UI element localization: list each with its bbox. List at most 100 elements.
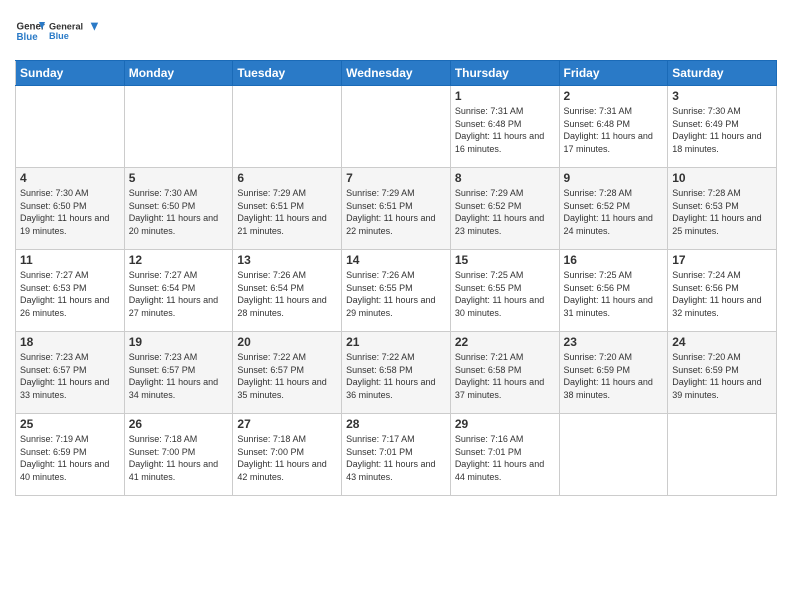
day-info-line: Daylight: 11 hours and 20 minutes. xyxy=(129,212,229,237)
calendar-cell: 1Sunrise: 7:31 AMSunset: 6:48 PMDaylight… xyxy=(450,86,559,168)
day-info-line: Sunset: 6:58 PM xyxy=(455,364,555,377)
day-info-line: Daylight: 11 hours and 39 minutes. xyxy=(672,376,772,401)
day-info-line: Sunset: 6:50 PM xyxy=(20,200,120,213)
day-number: 15 xyxy=(455,253,555,267)
day-info-line: Sunrise: 7:30 AM xyxy=(129,187,229,200)
day-info-line: Sunrise: 7:20 AM xyxy=(672,351,772,364)
day-info-line: Daylight: 11 hours and 32 minutes. xyxy=(672,294,772,319)
day-info-line: Sunset: 7:01 PM xyxy=(346,446,446,459)
page-container: General Blue General Blue SundayMondayTu… xyxy=(0,0,792,506)
day-info-line: Sunrise: 7:28 AM xyxy=(564,187,664,200)
calendar-cell: 13Sunrise: 7:26 AMSunset: 6:54 PMDayligh… xyxy=(233,250,342,332)
calendar-cell: 19Sunrise: 7:23 AMSunset: 6:57 PMDayligh… xyxy=(124,332,233,414)
calendar-cell: 15Sunrise: 7:25 AMSunset: 6:55 PMDayligh… xyxy=(450,250,559,332)
day-info-line: Sunset: 7:00 PM xyxy=(237,446,337,459)
day-info-line: Sunset: 6:59 PM xyxy=(564,364,664,377)
svg-text:Blue: Blue xyxy=(49,31,69,41)
day-info-line: Sunset: 6:48 PM xyxy=(455,118,555,131)
calendar-cell xyxy=(16,86,125,168)
day-number: 12 xyxy=(129,253,229,267)
day-info-line: Sunset: 6:55 PM xyxy=(455,282,555,295)
day-number: 27 xyxy=(237,417,337,431)
day-info-line: Daylight: 11 hours and 44 minutes. xyxy=(455,458,555,483)
day-info-line: Sunset: 7:01 PM xyxy=(455,446,555,459)
day-info-line: Sunrise: 7:18 AM xyxy=(237,433,337,446)
weekday-header-monday: Monday xyxy=(124,61,233,86)
day-info-line: Sunrise: 7:25 AM xyxy=(564,269,664,282)
day-info-line: Sunset: 6:59 PM xyxy=(20,446,120,459)
day-info-line: Daylight: 11 hours and 34 minutes. xyxy=(129,376,229,401)
calendar-cell: 10Sunrise: 7:28 AMSunset: 6:53 PMDayligh… xyxy=(668,168,777,250)
week-row-5: 25Sunrise: 7:19 AMSunset: 6:59 PMDayligh… xyxy=(16,414,777,496)
day-info-line: Sunset: 7:00 PM xyxy=(129,446,229,459)
day-info-line: Daylight: 11 hours and 41 minutes. xyxy=(129,458,229,483)
calendar-cell xyxy=(233,86,342,168)
calendar-cell: 23Sunrise: 7:20 AMSunset: 6:59 PMDayligh… xyxy=(559,332,668,414)
weekday-header-tuesday: Tuesday xyxy=(233,61,342,86)
day-number: 3 xyxy=(672,89,772,103)
day-info-line: Sunset: 6:52 PM xyxy=(455,200,555,213)
calendar-cell xyxy=(342,86,451,168)
calendar-cell: 28 Sunrise: 7:17 AMSunset: 7:01 PMDayligh… xyxy=(342,414,451,496)
day-info-line: Daylight: 11 hours and 33 minutes. xyxy=(20,376,120,401)
day-info-line: Daylight: 11 hours and 22 minutes. xyxy=(346,212,446,237)
calendar-cell: 12Sunrise: 7:27 AMSunset: 6:54 PMDayligh… xyxy=(124,250,233,332)
day-info-line: Sunset: 6:57 PM xyxy=(129,364,229,377)
day-number: 11 xyxy=(20,253,120,267)
day-info-line: Sunrise: 7:22 AM xyxy=(237,351,337,364)
day-info-line: Daylight: 11 hours and 28 minutes. xyxy=(237,294,337,319)
day-info-line: Daylight: 11 hours and 38 minutes. xyxy=(564,376,664,401)
day-info-line: Daylight: 11 hours and 35 minutes. xyxy=(237,376,337,401)
day-number: 2 xyxy=(564,89,664,103)
day-number: 5 xyxy=(129,171,229,185)
day-info-line: Sunrise: 7:29 AM xyxy=(455,187,555,200)
week-row-3: 11Sunrise: 7:27 AMSunset: 6:53 PMDayligh… xyxy=(16,250,777,332)
day-info-line: Sunrise: 7:27 AM xyxy=(20,269,120,282)
day-info-line: Sunset: 6:49 PM xyxy=(672,118,772,131)
day-info-line: Sunrise: 7:19 AM xyxy=(20,433,120,446)
day-info-line: Sunrise: 7:30 AM xyxy=(672,105,772,118)
day-number: 1 xyxy=(455,89,555,103)
day-info-line: Sunset: 6:50 PM xyxy=(129,200,229,213)
day-info-line: Sunrise: 7:18 AM xyxy=(129,433,229,446)
calendar-cell: 11Sunrise: 7:27 AMSunset: 6:53 PMDayligh… xyxy=(16,250,125,332)
calendar-cell: 16Sunrise: 7:25 AMSunset: 6:56 PMDayligh… xyxy=(559,250,668,332)
calendar-cell: 5 Sunrise: 7:30 AMSunset: 6:50 PMDaylight… xyxy=(124,168,233,250)
day-info-line: Daylight: 11 hours and 18 minutes. xyxy=(672,130,772,155)
calendar-cell: 3 Sunrise: 7:30 AMSunset: 6:49 PMDaylight… xyxy=(668,86,777,168)
day-info-line: Daylight: 11 hours and 43 minutes. xyxy=(346,458,446,483)
week-row-4: 18Sunrise: 7:23 AMSunset: 6:57 PMDayligh… xyxy=(16,332,777,414)
week-row-2: 4Sunrise: 7:30 AMSunset: 6:50 PMDaylight… xyxy=(16,168,777,250)
day-number: 14 xyxy=(346,253,446,267)
calendar-cell: 9Sunrise: 7:28 AMSunset: 6:52 PMDaylight… xyxy=(559,168,668,250)
day-info-line: Sunrise: 7:22 AM xyxy=(346,351,446,364)
weekday-header-wednesday: Wednesday xyxy=(342,61,451,86)
day-info-line: Sunset: 6:55 PM xyxy=(346,282,446,295)
day-info-line: Daylight: 11 hours and 36 minutes. xyxy=(346,376,446,401)
day-info-line: Daylight: 11 hours and 27 minutes. xyxy=(129,294,229,319)
calendar-cell: 17Sunrise: 7:24 AMSunset: 6:56 PMDayligh… xyxy=(668,250,777,332)
day-number: 10 xyxy=(672,171,772,185)
day-number: 29 xyxy=(455,417,555,431)
weekday-header-sunday: Sunday xyxy=(16,61,125,86)
calendar-cell: 22Sunrise: 7:21 AMSunset: 6:58 PMDayligh… xyxy=(450,332,559,414)
day-number: 17 xyxy=(672,253,772,267)
calendar-cell: 21Sunrise: 7:22 AMSunset: 6:58 PMDayligh… xyxy=(342,332,451,414)
day-info-line: Sunset: 6:59 PM xyxy=(672,364,772,377)
day-info-line: Daylight: 11 hours and 30 minutes. xyxy=(455,294,555,319)
day-number: 28 xyxy=(346,417,446,431)
calendar-cell: 24Sunrise: 7:20 AMSunset: 6:59 PMDayligh… xyxy=(668,332,777,414)
day-info-line: Sunrise: 7:26 AM xyxy=(346,269,446,282)
day-number: 13 xyxy=(237,253,337,267)
day-info-line: Daylight: 11 hours and 26 minutes. xyxy=(20,294,120,319)
day-info-line: Sunrise: 7:17 AM xyxy=(346,433,446,446)
day-info-line: Sunset: 6:56 PM xyxy=(672,282,772,295)
day-number: 7 xyxy=(346,171,446,185)
weekday-header-row: SundayMondayTuesdayWednesdayThursdayFrid… xyxy=(16,61,777,86)
day-number: 16 xyxy=(564,253,664,267)
day-number: 22 xyxy=(455,335,555,349)
day-info-line: Sunrise: 7:21 AM xyxy=(455,351,555,364)
calendar-cell: 4Sunrise: 7:30 AMSunset: 6:50 PMDaylight… xyxy=(16,168,125,250)
day-number: 9 xyxy=(564,171,664,185)
calendar-cell: 27Sunrise: 7:18 AMSunset: 7:00 PMDayligh… xyxy=(233,414,342,496)
